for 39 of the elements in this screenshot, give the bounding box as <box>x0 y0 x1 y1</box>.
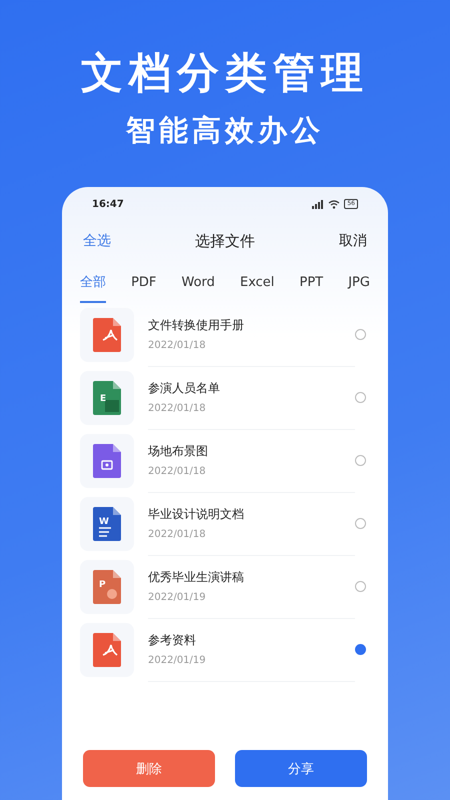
filter-tab[interactable]: JPG <box>348 267 370 303</box>
document-icon: W <box>93 506 121 540</box>
filter-tab[interactable]: Word <box>181 267 215 303</box>
image-file-icon <box>93 444 121 478</box>
filter-tab[interactable]: PPT <box>300 267 324 303</box>
filter-tab[interactable]: 全部 <box>80 267 106 303</box>
wifi-icon <box>328 200 340 208</box>
radio-button[interactable] <box>355 392 366 403</box>
subheadline: 智能高效办公 <box>126 112 324 149</box>
file-name[interactable]: 参演人员名单 <box>148 380 355 397</box>
share-button[interactable]: 分享 <box>235 750 367 787</box>
filter-tab[interactable]: Excel <box>240 267 274 303</box>
file-name[interactable]: 场地布景图 <box>148 443 355 460</box>
status-time: 16:47 <box>92 198 124 210</box>
cancel-link[interactable]: 取消 <box>339 232 367 250</box>
document-icon: P <box>93 570 121 604</box>
file-date: 2022/01/18 <box>148 529 207 540</box>
file-name[interactable]: 参考资料 <box>148 632 355 649</box>
radio-button[interactable] <box>355 644 366 655</box>
file-date: 2022/01/18 <box>148 466 207 477</box>
screen-title: 选择文件 <box>195 232 255 250</box>
file-name[interactable]: 文件转换使用手册 <box>148 317 355 334</box>
filter-tab[interactable]: PDF <box>131 267 156 303</box>
document-icon <box>93 632 121 666</box>
radio-button[interactable] <box>355 455 366 466</box>
file-date: 2022/01/19 <box>148 655 207 666</box>
file-date: 2022/01/18 <box>148 340 207 351</box>
radio-button[interactable] <box>355 518 366 529</box>
file-date: 2022/01/18 <box>148 403 207 414</box>
radio-button[interactable] <box>355 581 366 592</box>
document-icon <box>93 318 121 352</box>
headline: 文档分类管理 <box>81 47 369 99</box>
file-name[interactable]: 毕业设计说明文档 <box>148 506 355 523</box>
signal-icon <box>312 200 324 208</box>
file-date: 2022/01/19 <box>148 592 207 603</box>
file-name[interactable]: 优秀毕业生演讲稿 <box>148 569 355 586</box>
radio-button[interactable] <box>355 329 366 340</box>
select-all-link[interactable]: 全选 <box>83 232 111 250</box>
document-icon: E <box>93 380 121 414</box>
